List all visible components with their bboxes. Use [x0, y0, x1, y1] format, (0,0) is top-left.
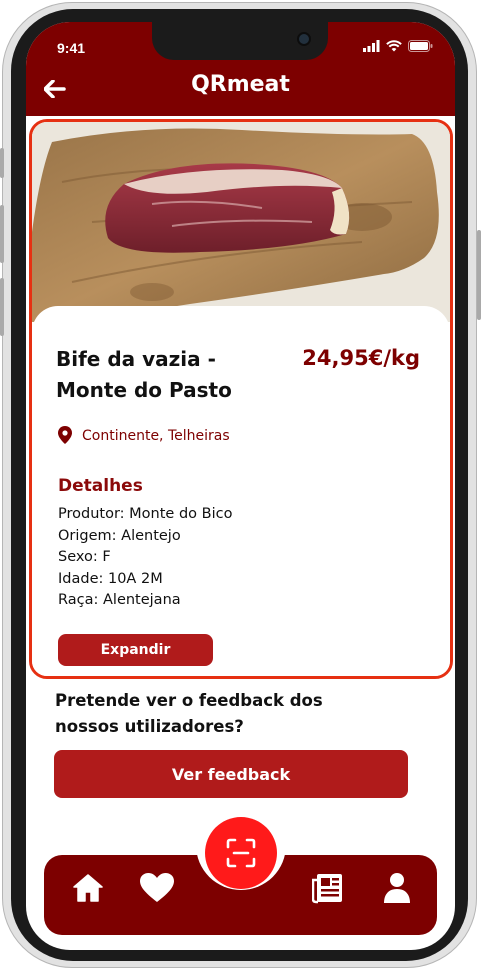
- location-pin-icon: [58, 426, 72, 444]
- notch: [152, 22, 328, 60]
- detail-age: Idade: 10A 2M: [58, 570, 163, 587]
- details-list: Produtor: Monte do Bico Origem: Alentejo…: [58, 504, 232, 612]
- detail-breed: Raça: Alentejana: [58, 592, 181, 608]
- detail-origin: Origem: Alentejo: [58, 527, 181, 544]
- nav-news[interactable]: [311, 872, 346, 908]
- nav-profile[interactable]: [383, 872, 411, 908]
- status-time: 9:41: [57, 40, 86, 56]
- nav-home[interactable]: [72, 872, 104, 908]
- home-icon: [73, 874, 103, 902]
- scan-qr-button[interactable]: [205, 817, 277, 889]
- app-title: QRmeat: [191, 72, 290, 97]
- store-location: Continente, Telheiras: [82, 428, 230, 444]
- details-heading: Detalhes: [58, 476, 143, 496]
- volume-down-button: [0, 278, 4, 336]
- wifi-icon: [386, 40, 402, 52]
- volume-up-button: [0, 205, 4, 263]
- heart-icon: [140, 873, 174, 902]
- view-feedback-button[interactable]: Ver feedback: [54, 750, 408, 798]
- newspaper-icon: [311, 874, 342, 904]
- status-icons: [363, 40, 433, 52]
- product-card: Bife da vazia - Monte do Pasto 24,95€/kg…: [29, 119, 453, 679]
- signal-icon: [363, 40, 380, 52]
- product-photo: [32, 122, 450, 322]
- camera-icon: [297, 32, 311, 46]
- app-header: 9:41 QRmeat: [26, 22, 455, 116]
- product-info-panel: Bife da vazia - Monte do Pasto 24,95€/kg…: [32, 306, 450, 676]
- product-price: 24,95€/kg: [302, 346, 420, 370]
- detail-producer: Produtor: Monte do Bico: [58, 506, 233, 522]
- nav-favorites[interactable]: [139, 872, 175, 908]
- battery-icon: [408, 40, 433, 52]
- detail-sex: Sexo: F: [58, 549, 111, 565]
- product-name: Bife da vazia - Monte do Pasto: [56, 347, 232, 402]
- user-icon: [384, 873, 410, 903]
- feedback-question: Pretende ver o feedback dos nossos utili…: [55, 691, 323, 736]
- mute-switch: [0, 148, 4, 178]
- app-screen: 9:41 QRmeat Bife da vazia - Monte do Pas…: [26, 22, 455, 950]
- scan-qr-icon: [226, 838, 256, 868]
- power-button: [477, 230, 481, 320]
- expand-button[interactable]: Expandir: [58, 634, 213, 666]
